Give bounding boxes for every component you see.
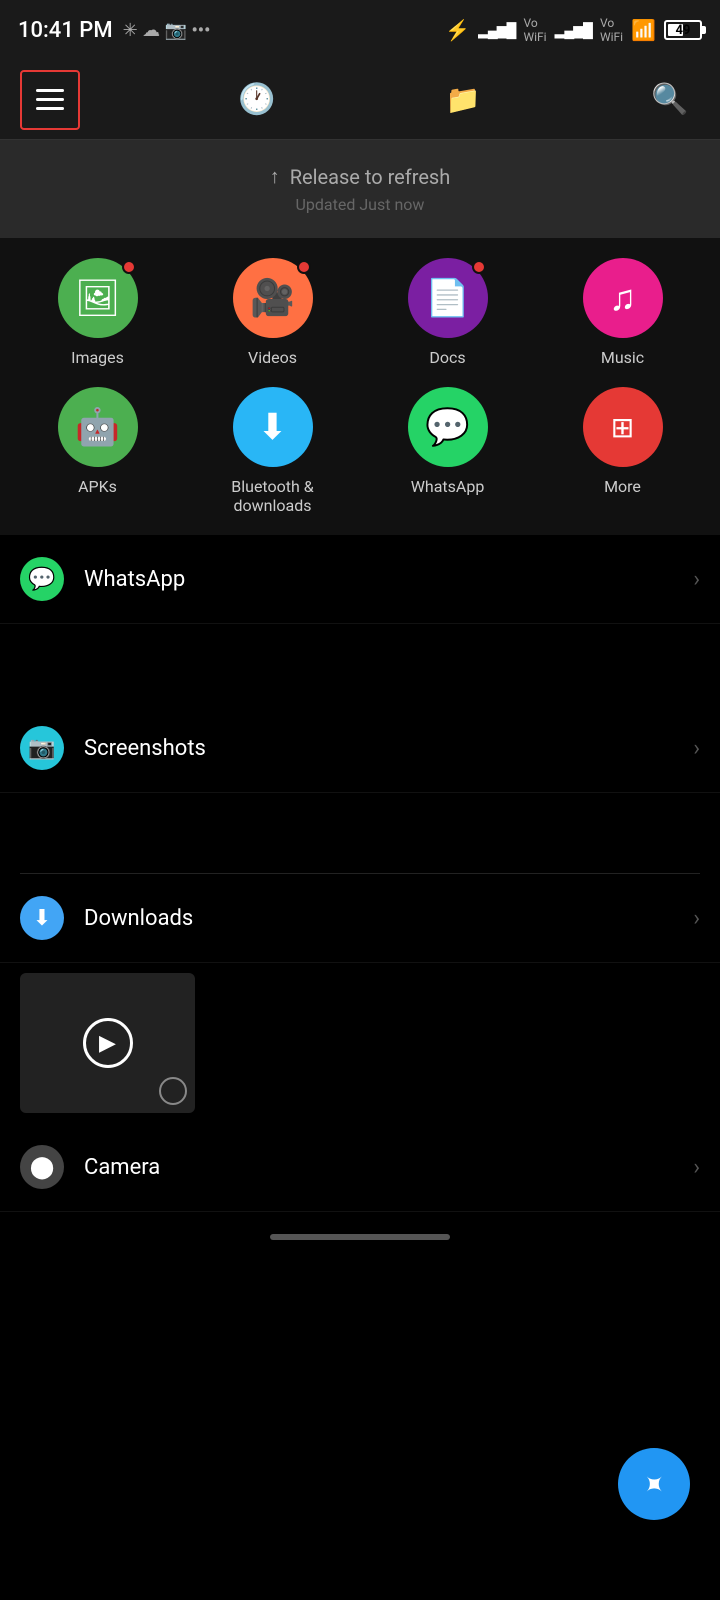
category-more[interactable]: ⊞ More bbox=[535, 387, 710, 515]
camera-chevron-icon: › bbox=[693, 1155, 700, 1180]
refresh-subtext: Updated Just now bbox=[24, 195, 696, 214]
screenshots-section-icon: 📷 bbox=[20, 726, 64, 770]
whatsapp-chevron-icon: › bbox=[693, 567, 700, 592]
category-apks[interactable]: 🤖 APKs bbox=[10, 387, 185, 515]
battery-indicator: 49 bbox=[664, 20, 702, 40]
search-button[interactable]: 🔍 bbox=[640, 70, 700, 130]
screenshots-section-label: Screenshots bbox=[84, 736, 206, 761]
signal2-icon: ▂▄▆█ bbox=[555, 22, 592, 39]
refresh-banner: ↑ Release to refresh Updated Just now bbox=[0, 140, 720, 238]
bluetooth-label: Bluetooth &downloads bbox=[231, 477, 313, 515]
category-music[interactable]: ♫ Music bbox=[535, 258, 710, 367]
section-screenshots[interactable]: 📷 Screenshots › bbox=[0, 704, 720, 793]
folder-icon: 📁 bbox=[446, 83, 481, 116]
play-button[interactable]: ▶ bbox=[83, 1018, 133, 1068]
refresh-label: Release to refresh bbox=[290, 165, 451, 189]
whatsapp-section-icon: 💬 bbox=[20, 557, 64, 601]
section-camera[interactable]: ⬤ Camera › bbox=[0, 1123, 720, 1212]
videos-badge bbox=[297, 260, 311, 274]
whatsapp-section-label: WhatsApp bbox=[84, 567, 185, 592]
music-label: Music bbox=[601, 348, 644, 367]
menu-button[interactable] bbox=[20, 70, 80, 130]
docs-badge bbox=[472, 260, 486, 274]
video-thumbnail[interactable]: ▶ bbox=[20, 973, 195, 1113]
apks-icon: 🤖 bbox=[58, 387, 138, 467]
status-right: ⚡ ▂▄▆█ VoWiFi ▂▄▆█ VoWiFi 📶 49 bbox=[445, 16, 702, 44]
notification-icons: ✳ ☁ 📷 ••• bbox=[123, 20, 211, 41]
clock-icon: 🕐 bbox=[238, 82, 275, 117]
category-grid: 🖼 Images 🎥 Videos 📄 Docs ♫ Music 🤖 APKs bbox=[0, 238, 720, 535]
search-icon: 🔍 bbox=[651, 82, 688, 117]
recents-button[interactable]: 🕐 bbox=[227, 70, 287, 130]
category-bluetooth[interactable]: ⬇ Bluetooth &downloads bbox=[185, 387, 360, 515]
battery-level: 49 bbox=[676, 23, 691, 38]
category-images[interactable]: 🖼 Images bbox=[10, 258, 185, 367]
apks-label: APKs bbox=[78, 477, 117, 496]
bluetooth-icon: ⬇ bbox=[233, 387, 313, 467]
whatsapp-spacer bbox=[0, 624, 720, 704]
hamburger-icon bbox=[36, 89, 64, 110]
category-docs[interactable]: 📄 Docs bbox=[360, 258, 535, 367]
videos-label: Videos bbox=[248, 348, 297, 367]
signal-icon: ▂▄▆█ bbox=[478, 22, 515, 39]
section-downloads[interactable]: ⬇ Downloads › bbox=[0, 874, 720, 963]
folder-button[interactable]: 📁 bbox=[433, 70, 493, 130]
home-bar bbox=[270, 1234, 450, 1240]
whatsapp-category-label: WhatsApp bbox=[411, 477, 485, 496]
fab-button[interactable]: ✦ bbox=[618, 1448, 690, 1520]
toolbar: 🕐 📁 🔍 bbox=[0, 60, 720, 140]
music-icon: ♫ bbox=[583, 258, 663, 338]
images-badge bbox=[122, 260, 136, 274]
section-whatsapp[interactable]: 💬 WhatsApp › bbox=[0, 535, 720, 624]
camera-section-label: Camera bbox=[84, 1155, 160, 1180]
bluetooth-status-icon: ⚡ bbox=[445, 18, 470, 42]
status-left: 10:41 PM ✳ ☁ 📷 ••• bbox=[18, 18, 210, 43]
home-indicator bbox=[0, 1212, 720, 1262]
whatsapp-category-icon: 💬 bbox=[408, 387, 488, 467]
category-whatsapp[interactable]: 💬 WhatsApp bbox=[360, 387, 535, 515]
vo-wifi-label: VoWiFi bbox=[523, 16, 546, 44]
time-display: 10:41 PM bbox=[18, 18, 113, 43]
video-selector[interactable] bbox=[159, 1077, 187, 1105]
downloads-chevron-icon: › bbox=[693, 906, 700, 931]
more-label: More bbox=[604, 477, 641, 496]
more-icon: ⊞ bbox=[583, 387, 663, 467]
camera-section-icon: ⬤ bbox=[20, 1145, 64, 1189]
refresh-text: ↑ Release to refresh bbox=[24, 164, 696, 189]
images-label: Images bbox=[71, 348, 124, 367]
docs-label: Docs bbox=[429, 348, 465, 367]
status-bar: 10:41 PM ✳ ☁ 📷 ••• ⚡ ▂▄▆█ VoWiFi ▂▄▆█ Vo… bbox=[0, 0, 720, 60]
refresh-arrow-icon: ↑ bbox=[270, 164, 280, 189]
downloads-section-icon: ⬇ bbox=[20, 896, 64, 940]
screenshots-chevron-icon: › bbox=[693, 736, 700, 761]
wifi-icon: 📶 bbox=[631, 18, 656, 42]
screenshots-spacer bbox=[0, 793, 720, 873]
downloads-section-label: Downloads bbox=[84, 906, 193, 931]
fab-icon: ✦ bbox=[634, 1464, 674, 1504]
vo-wifi2-label: VoWiFi bbox=[600, 16, 623, 44]
category-videos[interactable]: 🎥 Videos bbox=[185, 258, 360, 367]
